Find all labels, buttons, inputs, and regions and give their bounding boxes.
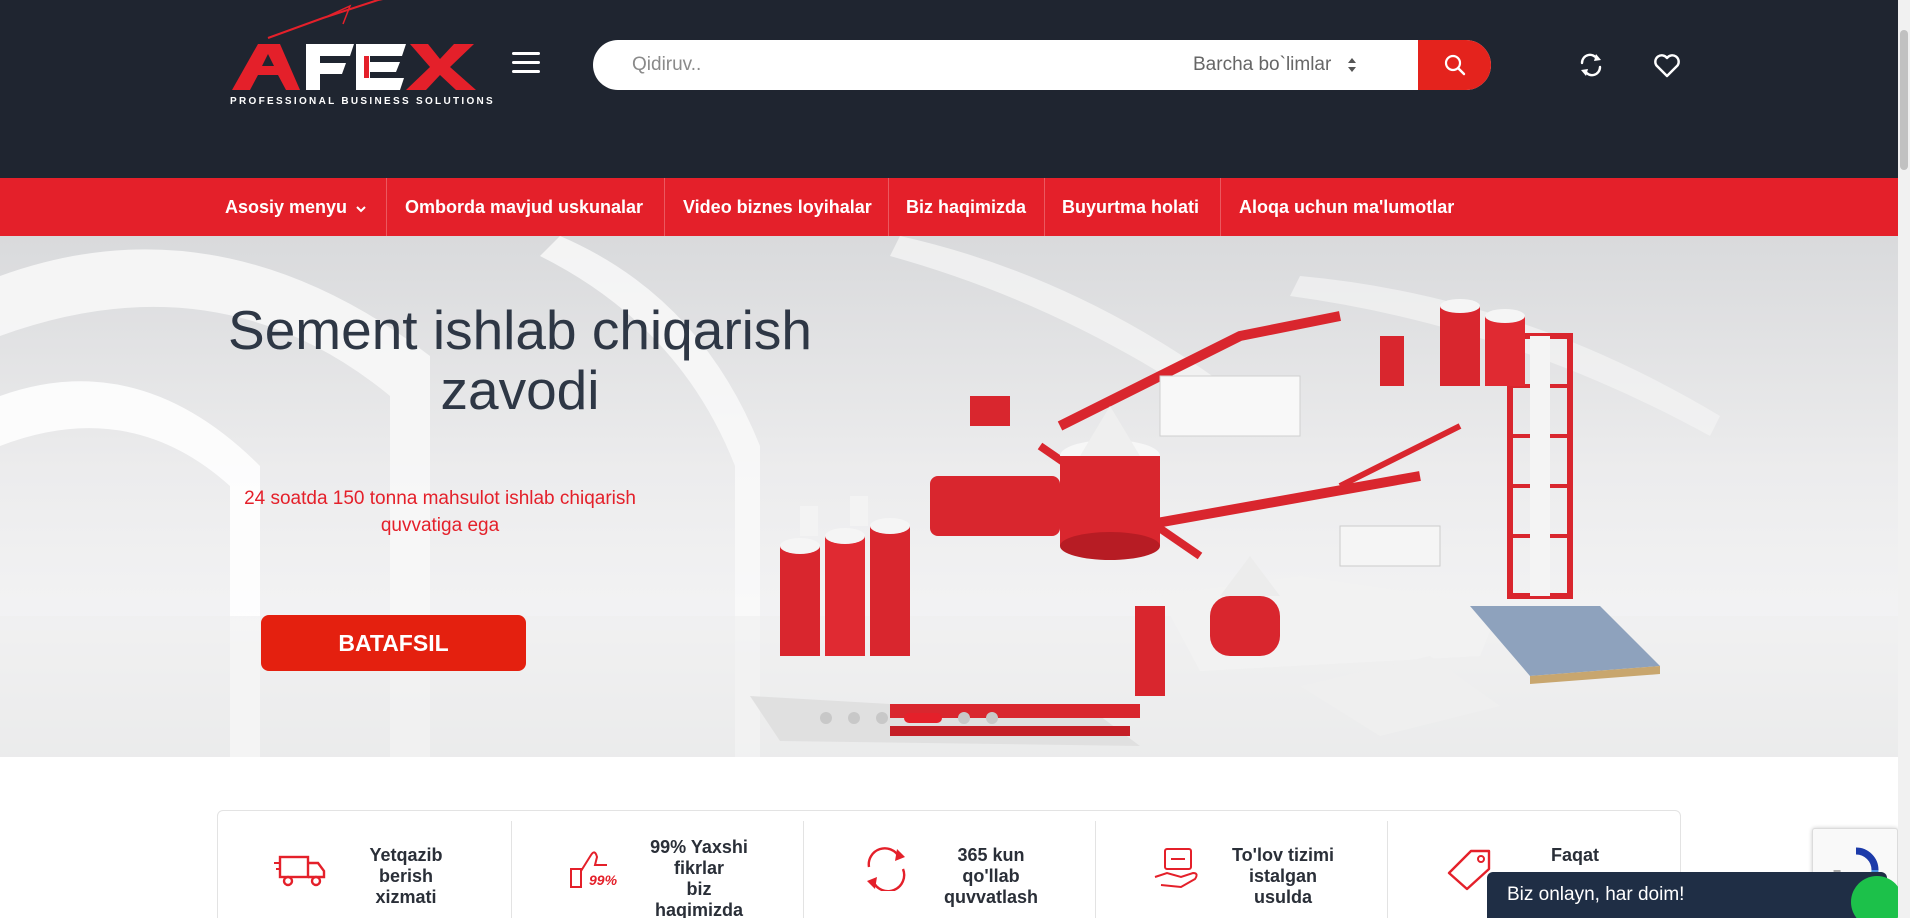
search-icon bbox=[1444, 54, 1465, 76]
details-button[interactable]: BATAFSIL bbox=[261, 615, 526, 671]
feature-text: 365 kun qo'llab quvvatlash bbox=[921, 845, 1061, 908]
nav-item-label: Asosiy menyu bbox=[225, 196, 348, 217]
slider-dot[interactable] bbox=[820, 712, 832, 724]
main-nav: Asosiy menyu Omborda mavjud uskunalar Vi… bbox=[0, 178, 1898, 236]
page: PROFESSIONAL BUSINESS SOLUTIONS Barcha b… bbox=[0, 0, 1910, 918]
nav-item-stock-equipment[interactable]: Omborda mavjud uskunalar bbox=[405, 178, 643, 236]
payment-hand-icon bbox=[1154, 848, 1198, 889]
page-scrollbar[interactable] bbox=[1898, 0, 1910, 918]
afex-logo[interactable]: PROFESSIONAL BUSINESS SOLUTIONS bbox=[228, 0, 493, 110]
feature-text: 99% Yaxshi fikrlar biz haqimizda bbox=[629, 837, 769, 918]
search-button[interactable] bbox=[1418, 40, 1491, 90]
nav-item-label: Biz haqimizda bbox=[906, 196, 1027, 217]
cement-plant-illustration bbox=[750, 299, 1660, 746]
feature-line: fikrlar bbox=[673, 858, 725, 878]
feature-delivery: Yetqazib berish xizmati bbox=[218, 811, 510, 918]
scrollbar-thumb[interactable] bbox=[1900, 30, 1908, 170]
feature-line: qo'llab bbox=[962, 866, 1020, 886]
feature-line: To'lov tizimi bbox=[1232, 845, 1334, 865]
category-select[interactable]: Barcha bo`limlar bbox=[1193, 40, 1357, 90]
feature-payment: To'lov tizimi istalgan usulda bbox=[1095, 811, 1387, 918]
hero-subtitle-line: quvvatiga ega bbox=[380, 515, 500, 536]
slider-dots bbox=[820, 712, 998, 724]
chevron-down-icon bbox=[356, 205, 366, 212]
search-input[interactable] bbox=[593, 40, 1173, 90]
feature-text: Faqat bbox=[1505, 845, 1645, 866]
logo-mark bbox=[232, 0, 476, 90]
nav-item-about[interactable]: Biz haqimizda bbox=[906, 178, 1026, 236]
feature-line: haqimizda bbox=[654, 900, 743, 918]
nav-item-video-projects[interactable]: Video biznes loyihalar bbox=[683, 178, 872, 236]
feature-text: To'lov tizimi istalgan usulda bbox=[1213, 845, 1353, 908]
feature-line: usulda bbox=[1253, 887, 1312, 907]
slider-dot-active[interactable] bbox=[904, 713, 942, 723]
header: PROFESSIONAL BUSINESS SOLUTIONS Barcha b… bbox=[0, 0, 1898, 178]
nav-item-label: Buyurtma holati bbox=[1062, 196, 1200, 217]
feature-line: 365 kun bbox=[957, 845, 1025, 865]
delivery-truck-icon bbox=[274, 855, 326, 887]
feature-line: xizmati bbox=[375, 887, 437, 907]
sort-arrows-icon bbox=[1348, 58, 1357, 72]
features-strip: Yetqazib berish xizmati 99% 99% Yaxshi f… bbox=[217, 810, 1681, 918]
feature-line: 99% Yaxshi bbox=[650, 837, 748, 857]
menu-icon[interactable] bbox=[512, 52, 540, 76]
feature-line: Faqat bbox=[1550, 845, 1599, 865]
heart-icon[interactable] bbox=[1652, 50, 1682, 80]
category-select-value: Barcha bo`limlar bbox=[1193, 54, 1332, 75]
feature-reviews: 99% 99% Yaxshi fikrlar biz haqimizda bbox=[511, 811, 803, 918]
badge-text: 99% bbox=[589, 872, 618, 888]
support-cycle-icon bbox=[867, 847, 906, 891]
slider-dot[interactable] bbox=[876, 712, 888, 724]
slider-dot[interactable] bbox=[848, 712, 860, 724]
chat-label: Biz onlayn, har doim! bbox=[1507, 884, 1685, 905]
live-chat-widget[interactable]: Biz onlayn, har doim! bbox=[1487, 872, 1903, 918]
nav-item-label: Video biznes loyihalar bbox=[683, 196, 872, 217]
nav-item-order-status[interactable]: Buyurtma holati bbox=[1062, 178, 1199, 236]
thumbs-up-icon: 99% bbox=[570, 851, 618, 888]
hero-slider: Sement ishlab chiqarish zavodi 24 soatda… bbox=[0, 236, 1898, 757]
feature-support: 365 kun qo'llab quvvatlash bbox=[803, 811, 1095, 918]
nav-item-label: Aloqa uchun ma'lumotlar bbox=[1239, 196, 1455, 217]
nav-item-contacts[interactable]: Aloqa uchun ma'lumotlar bbox=[1239, 178, 1454, 236]
logo-tagline: PROFESSIONAL BUSINESS SOLUTIONS bbox=[230, 96, 496, 107]
slider-dot[interactable] bbox=[958, 712, 970, 724]
hero-subtitle: 24 soatda 150 tonna mahsulot ishlab chiq… bbox=[210, 485, 670, 539]
feature-line: istalgan bbox=[1248, 866, 1318, 886]
feature-line: berish bbox=[378, 866, 434, 886]
search-bar: Barcha bo`limlar bbox=[593, 40, 1491, 90]
slider-dot[interactable] bbox=[986, 712, 998, 724]
nav-item-main-menu[interactable]: Asosiy menyu bbox=[225, 178, 367, 236]
feature-line: biz bbox=[686, 879, 712, 899]
feature-line: Yetqazib bbox=[369, 845, 443, 865]
hero-subtitle-line: 24 soatda 150 tonna mahsulot ishlab chiq… bbox=[244, 488, 636, 509]
feature-text: Yetqazib berish xizmati bbox=[336, 845, 476, 908]
compare-icon[interactable] bbox=[1576, 50, 1606, 80]
nav-item-label: Omborda mavjud uskunalar bbox=[405, 196, 644, 217]
feature-line: quvvatlash bbox=[943, 887, 1039, 907]
